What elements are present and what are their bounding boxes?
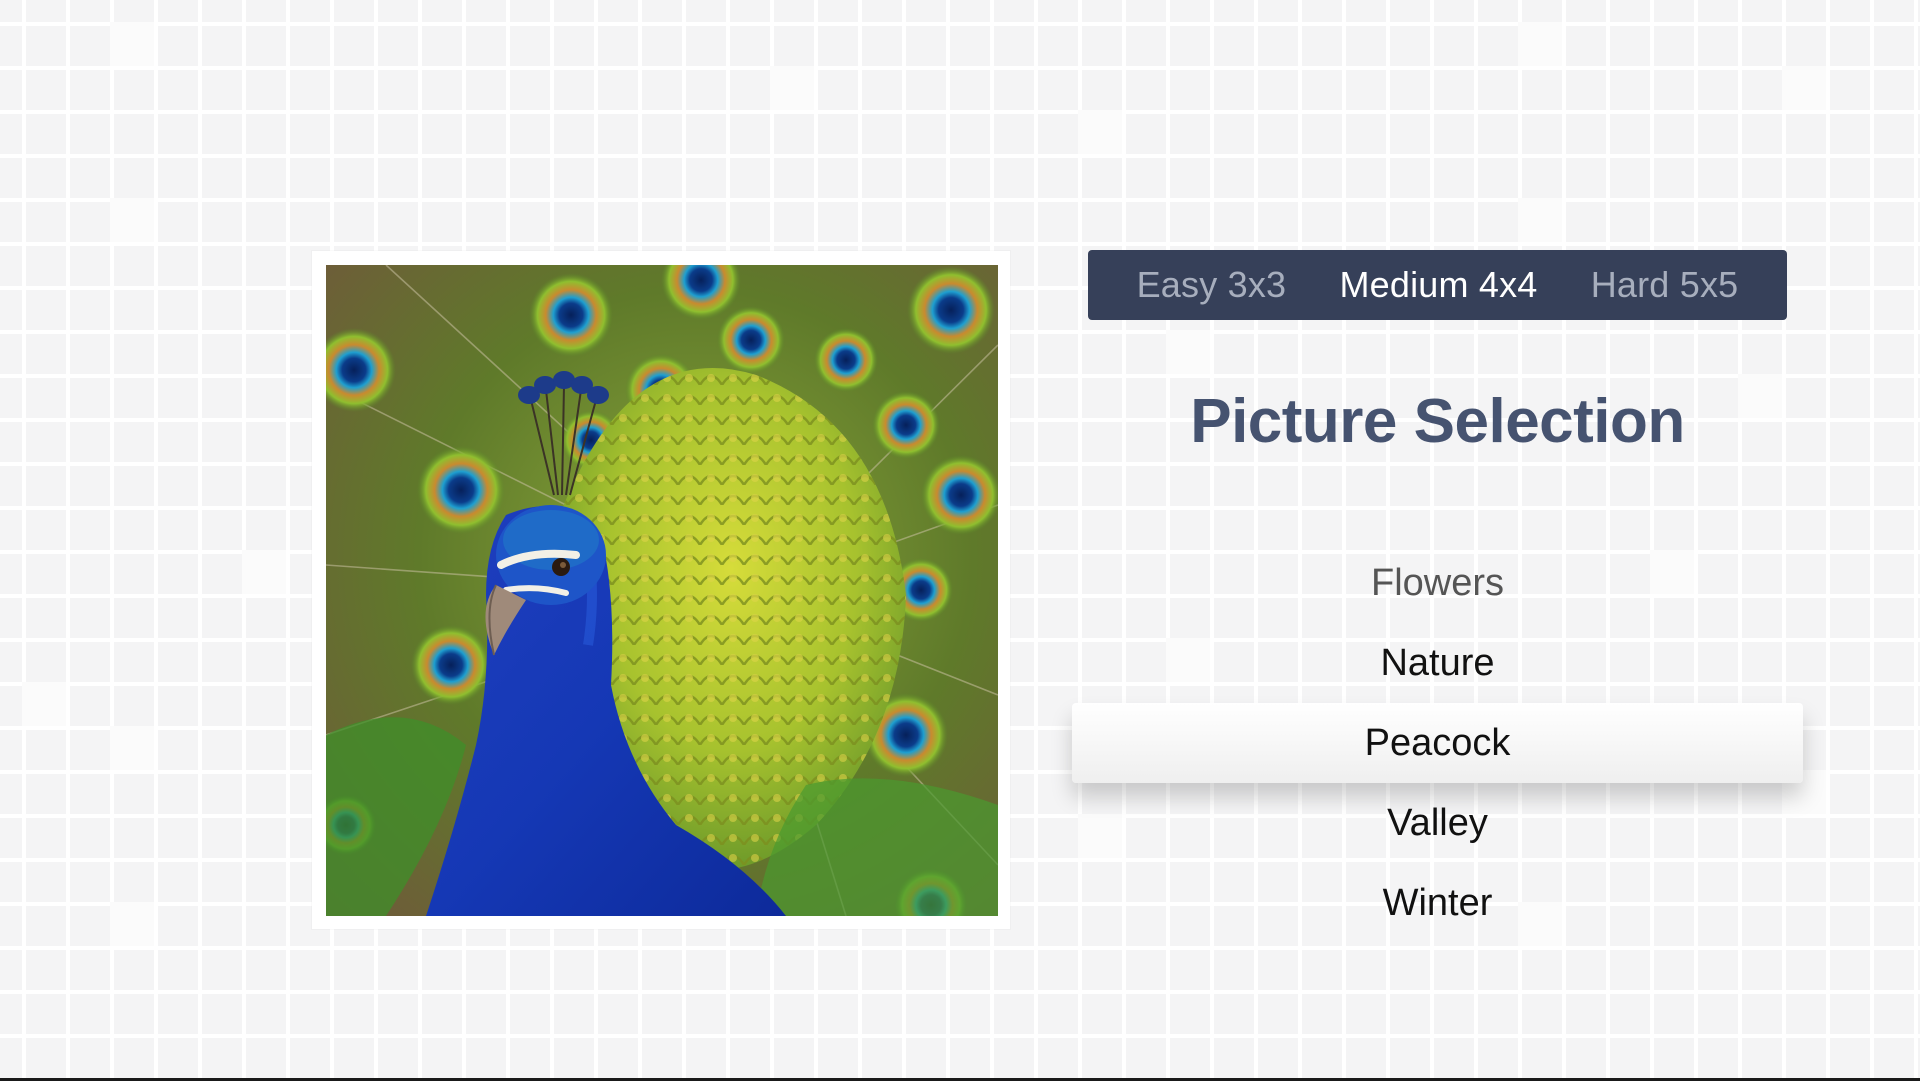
picture-preview-card (312, 251, 1010, 929)
background-tile (110, 198, 154, 242)
difficulty-easy-option[interactable]: Easy 3x3 (1137, 264, 1287, 306)
background-tile (770, 66, 814, 110)
picture-item-winter[interactable]: Winter (1072, 863, 1803, 943)
difficulty-selector: Easy 3x3 Medium 4x4 Hard 5x5 (1088, 250, 1787, 320)
peacock-image (326, 265, 998, 916)
background-tile (110, 22, 154, 66)
picture-list: Flowers Nature Peacock Valley Winter (1072, 543, 1803, 943)
difficulty-hard-option[interactable]: Hard 5x5 (1591, 264, 1739, 306)
background-tile (1782, 66, 1826, 110)
picture-item-peacock[interactable]: Peacock (1072, 703, 1803, 783)
picture-item-flowers[interactable]: Flowers (1072, 543, 1803, 623)
difficulty-medium-option[interactable]: Medium 4x4 (1339, 264, 1537, 306)
background-tile (1518, 22, 1562, 66)
background-tile (110, 902, 154, 946)
background-tile (1078, 110, 1122, 154)
picture-item-nature[interactable]: Nature (1072, 623, 1803, 703)
background-tile (1518, 198, 1562, 242)
background-tile (110, 726, 154, 770)
background-tile (22, 682, 66, 726)
page-title: Picture Selection (1190, 387, 1685, 456)
picture-item-valley[interactable]: Valley (1072, 783, 1803, 863)
background-tile (242, 550, 286, 594)
background-tile (1166, 330, 1210, 374)
